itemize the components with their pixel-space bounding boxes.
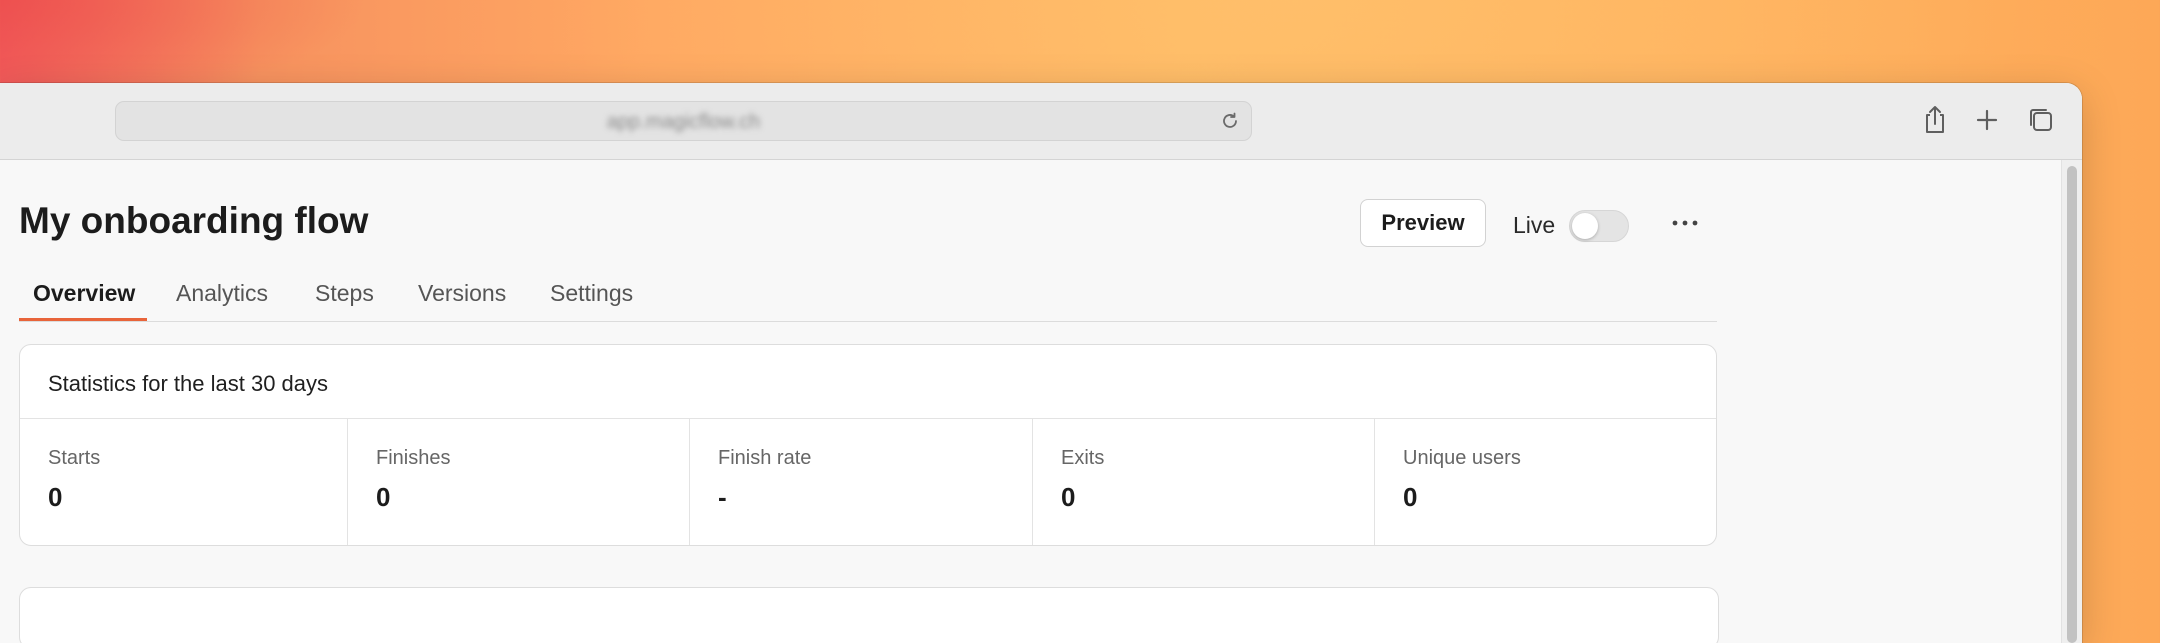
share-icon[interactable] <box>1918 103 1952 137</box>
reload-icon[interactable] <box>1219 110 1241 132</box>
live-toggle[interactable] <box>1569 210 1629 242</box>
tab-versions[interactable]: Versions <box>418 264 506 321</box>
browser-window: app.magicflow.ch My onboarding flow Prev… <box>0 83 2082 643</box>
preview-button[interactable]: Preview <box>1360 199 1486 247</box>
vertical-scrollbar[interactable] <box>2061 160 2082 643</box>
stat-value: 0 <box>1061 482 1076 512</box>
toggle-knob <box>1572 213 1598 239</box>
tab-steps[interactable]: Steps <box>315 264 374 321</box>
statistics-heading: Statistics for the last 30 days <box>20 345 1716 419</box>
stat-finishes: Finishes 0 <box>347 419 689 545</box>
new-tab-icon[interactable] <box>1970 103 2004 137</box>
stat-value: 0 <box>1403 482 1418 512</box>
tab-bar: Overview Analytics Steps Versions Settin… <box>19 264 1717 322</box>
stat-starts: Starts 0 <box>20 419 347 545</box>
live-label: Live <box>1513 212 1556 238</box>
tab-overview[interactable]: Overview <box>19 264 147 321</box>
tab-analytics[interactable]: Analytics <box>176 264 268 321</box>
browser-toolbar: app.magicflow.ch <box>0 83 2082 160</box>
stat-unique-users: Unique users 0 <box>1374 419 1716 545</box>
address-url: app.magicflow.ch <box>606 111 761 133</box>
stat-label: Starts <box>48 447 101 469</box>
stat-label: Unique users <box>1403 447 1521 469</box>
scrollbar-thumb[interactable] <box>2067 166 2077 643</box>
stat-value: 0 <box>48 482 63 512</box>
statistics-card: Statistics for the last 30 days Starts 0… <box>19 344 1717 546</box>
page-title: My onboarding flow <box>19 200 369 241</box>
page-content: My onboarding flow Preview Live Overview… <box>0 160 2082 643</box>
stat-label: Finishes <box>376 447 451 469</box>
next-card <box>19 587 1719 643</box>
stat-finish-rate: Finish rate - <box>689 419 1032 545</box>
tabs-overview-icon[interactable] <box>2024 103 2058 137</box>
stat-label: Exits <box>1061 447 1105 469</box>
more-horizontal-icon[interactable] <box>1668 208 1702 238</box>
stat-value: - <box>718 482 727 512</box>
address-bar[interactable]: app.magicflow.ch <box>115 101 1252 141</box>
stat-label: Finish rate <box>718 447 812 469</box>
statistics-row: Starts 0 Finishes 0 Finish rate - Exits … <box>20 419 1716 545</box>
stat-value: 0 <box>376 482 391 512</box>
stat-exits: Exits 0 <box>1032 419 1374 545</box>
tab-settings[interactable]: Settings <box>550 264 633 321</box>
